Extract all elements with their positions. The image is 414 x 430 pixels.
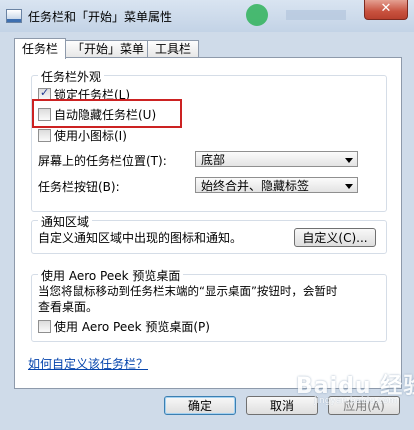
appearance-group-title: 任务栏外观 xyxy=(38,68,105,85)
notification-text: 自定义通知区域中出现的图标和通知。 xyxy=(38,231,243,245)
aero-group-title: 使用 Aero Peek 预览桌面 xyxy=(38,267,184,284)
notification-group-title: 通知区域 xyxy=(38,213,93,230)
baidu-watermark-url: jingyan.baidu.com xyxy=(314,396,398,406)
chevron-down-icon xyxy=(345,158,353,163)
aero-group: 使用 Aero Peek 预览桌面 当您将鼠标移动到任务栏末端的“显示桌面”按钮… xyxy=(31,267,387,342)
appearance-group: 任务栏外观 锁定任务栏(L) 自动隐藏任务栏(U) 使用小图标(I) 屏幕上的任… xyxy=(31,68,387,212)
customize-button[interactable]: 自定义(C)... xyxy=(294,228,376,247)
ok-button[interactable]: 确定 xyxy=(164,396,236,415)
window-icon xyxy=(6,9,22,23)
buttons-label: 任务栏按钮(B): xyxy=(38,180,120,194)
buttons-select[interactable]: 始终合并、隐藏标签 xyxy=(195,177,358,193)
small-icons-checkbox[interactable] xyxy=(38,129,51,142)
lock-taskbar-label: 锁定任务栏(L) xyxy=(54,88,131,102)
aero-description-line1: 当您将鼠标移动到任务栏末端的“显示桌面”按钮时，会暂时 xyxy=(38,284,338,298)
position-select[interactable]: 底部 xyxy=(195,151,358,167)
chevron-down-icon xyxy=(345,184,353,189)
notification-group: 通知区域 自定义通知区域中出现的图标和通知。 自定义(C)... xyxy=(31,213,387,254)
buttons-select-value: 始终合并、隐藏标签 xyxy=(201,179,310,193)
aero-description-line2: 查看桌面。 xyxy=(38,300,99,314)
close-button[interactable]: ✕ xyxy=(364,0,408,20)
close-icon: ✕ xyxy=(380,1,392,16)
tab-start-menu[interactable]: 「开始」菜单 xyxy=(64,40,153,58)
position-label: 屏幕上的任务栏位置(T): xyxy=(38,154,167,168)
position-select-value: 底部 xyxy=(201,153,226,167)
aero-peek-label: 使用 Aero Peek 预览桌面(P) xyxy=(54,320,210,334)
window-title: 任务栏和「开始」菜单属性 xyxy=(28,10,173,24)
small-icons-label: 使用小图标(I) xyxy=(54,129,127,143)
autohide-checkbox[interactable] xyxy=(38,108,51,121)
help-link[interactable]: 如何自定义该任务栏？ xyxy=(28,355,148,372)
autohide-label: 自动隐藏任务栏(U) xyxy=(54,108,157,122)
background-blur xyxy=(286,10,346,20)
background-app-icon xyxy=(246,4,268,26)
tab-toolbars[interactable]: 工具栏 xyxy=(147,40,200,58)
title-bar: 任务栏和「开始」菜单属性 ✕ xyxy=(0,0,414,32)
lock-taskbar-checkbox[interactable] xyxy=(38,86,51,101)
aero-peek-checkbox[interactable] xyxy=(38,320,51,333)
tab-panel: 任务栏外观 锁定任务栏(L) 自动隐藏任务栏(U) 使用小图标(I) 屏幕上的任… xyxy=(14,57,402,389)
tab-taskbar[interactable]: 任务栏 xyxy=(14,38,67,59)
